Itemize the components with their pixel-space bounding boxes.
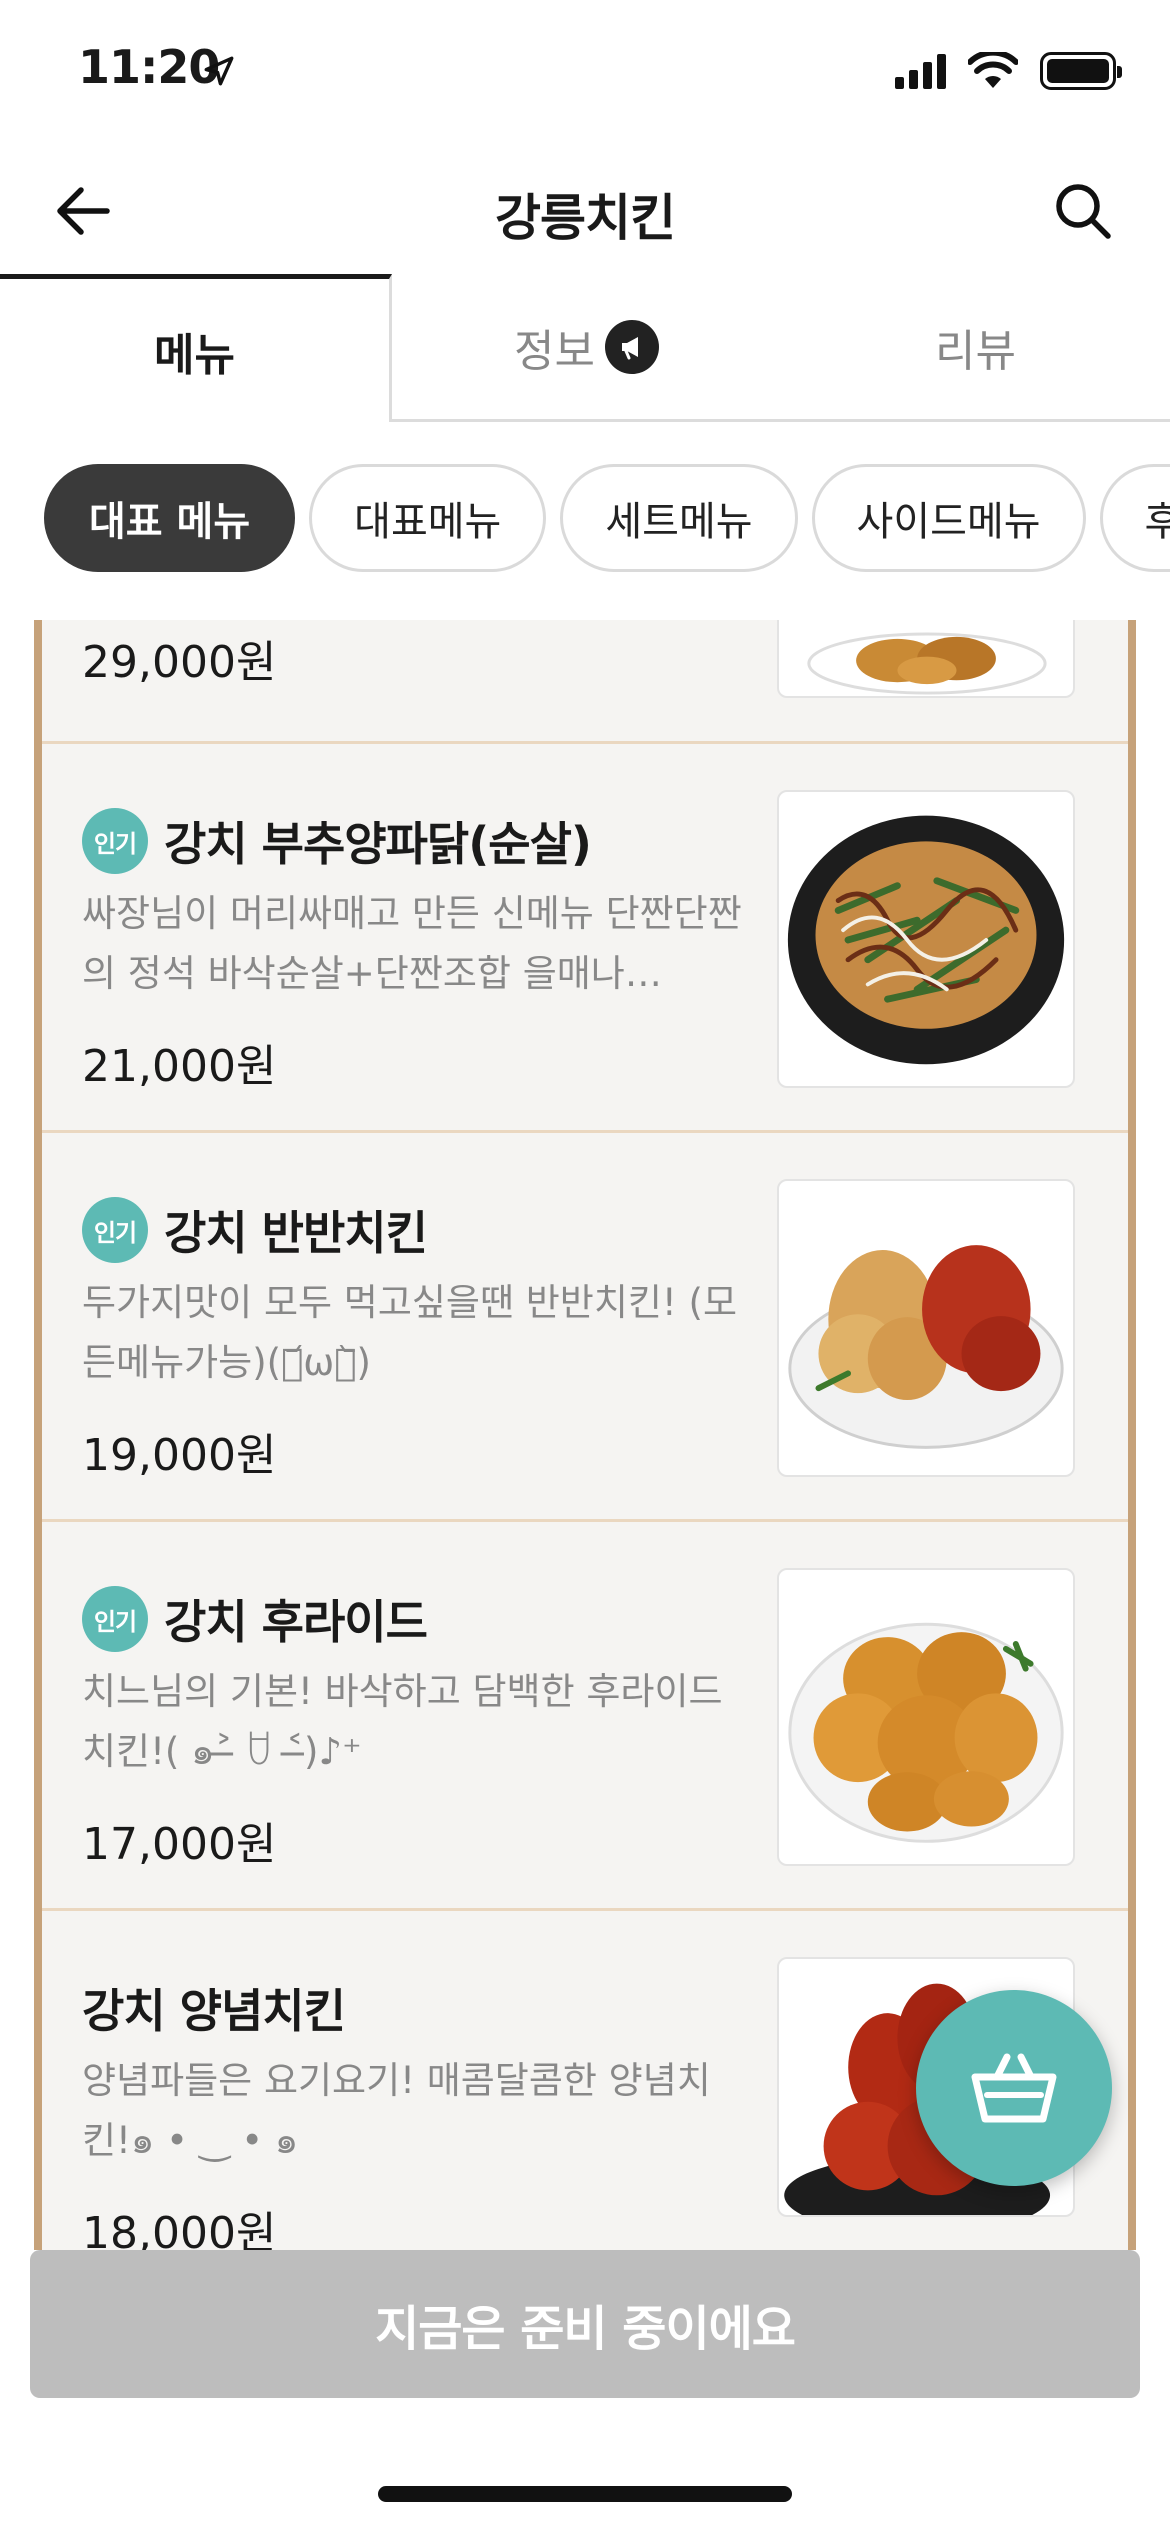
item-description: 싸장님이 머리싸매고 만든 신메뉴 단짠단짠의 정석 바삭순살+단짠조합 을매나… <box>82 892 742 995</box>
item-name: 강치 반반치킨 <box>164 1206 428 1260</box>
item-photo <box>777 1568 1075 1866</box>
item-price: 21,000원 <box>82 1041 277 1092</box>
chip-set-menu[interactable]: 세트메뉴 <box>560 464 798 572</box>
status-icons <box>895 52 1122 90</box>
menu-item[interactable]: 인기 강치 후라이드 치느님의 기본! 바삭하고 담백한 후라이드 치킨!( ๑… <box>42 1522 1128 1911</box>
item-name-row: 인기 강치 부추양파닭(순살) <box>82 808 592 874</box>
item-price: 18,000원 <box>82 2208 277 2250</box>
chip-representative[interactable]: 대표메뉴 <box>309 464 547 572</box>
item-description: 치느님의 기본! 바삭하고 담백한 후라이드 치킨!( ๑˃̶ ꇴ ˂̶)♪⁺ <box>82 1670 723 1773</box>
chip-fried[interactable]: 후라 <box>1099 464 1170 572</box>
status-bar: 11:20 <box>0 0 1170 150</box>
item-price: 17,000원 <box>82 1819 277 1870</box>
item-photo <box>777 620 1075 698</box>
tab-menu-label: 메뉴 <box>154 329 235 381</box>
chip-side-menu[interactable]: 사이드메뉴 <box>811 464 1086 572</box>
popular-badge: 인기 <box>82 1586 148 1652</box>
wifi-icon <box>968 52 1018 88</box>
item-name-row: 인기 강치 반반치킨 <box>82 1197 428 1263</box>
item-description: 두가지맛이 모두 먹고싶을땐 반반치킨! (모든메뉴가능)(･᷄ω･᷅) <box>82 1281 737 1384</box>
battery-icon <box>1040 52 1122 90</box>
menu-item[interactable]: 29,000원 <box>42 620 1128 744</box>
item-photo <box>777 1179 1075 1477</box>
order-status-button[interactable]: 지금은 준비 중이에요 <box>30 2250 1140 2398</box>
tab-info-label: 정보 <box>514 325 595 377</box>
fried-chicken-image <box>807 632 1047 695</box>
half-half-chicken-image <box>788 1245 1064 1449</box>
chive-onion-chicken-image <box>787 815 1065 1065</box>
megaphone-icon <box>604 319 659 374</box>
item-price: 19,000원 <box>82 1430 277 1481</box>
tab-menu[interactable]: 메뉴 <box>0 274 392 422</box>
item-name-row: 강치 양념치킨 <box>82 1975 346 2041</box>
item-name: 강치 후라이드 <box>164 1595 428 1649</box>
cellular-signal-icon <box>895 53 946 89</box>
popular-badge: 인기 <box>82 1197 148 1263</box>
search-button[interactable] <box>1048 176 1118 246</box>
menu-item[interactable]: 인기 강치 부추양파닭(순살) 싸장님이 머리싸매고 만든 신메뉴 단짠단짠의 … <box>42 744 1128 1133</box>
popular-badge: 인기 <box>82 808 148 874</box>
item-name: 강치 양념치킨 <box>82 1984 346 2038</box>
item-name: 강치 부추양파닭(순살) <box>164 817 592 871</box>
shopping-basket-icon <box>971 2053 1057 2123</box>
status-time: 11:20 <box>78 40 220 94</box>
chip-representative-menu[interactable]: 대표 메뉴 <box>44 464 296 572</box>
search-icon <box>1056 184 1111 239</box>
page-title: 강릉치킨 <box>495 189 676 247</box>
home-indicator <box>378 2486 792 2502</box>
item-photo <box>777 790 1075 1088</box>
fried-chicken-image <box>788 1622 1064 1843</box>
item-name-row: 인기 강치 후라이드 <box>82 1586 428 1652</box>
app-header: 강릉치킨 <box>0 150 1170 274</box>
cart-button[interactable] <box>916 1990 1112 2186</box>
menu-item[interactable]: 인기 강치 반반치킨 두가지맛이 모두 먹고싶을땐 반반치킨! (모든메뉴가능)… <box>42 1133 1128 1522</box>
tab-bar: 메뉴 정보 리뷰 <box>0 274 1170 422</box>
location-arrow-icon <box>204 56 234 86</box>
category-chips: 대표 메뉴 대표메뉴 세트메뉴 사이드메뉴 후라 <box>0 464 1170 576</box>
item-description: 양념파들은 요기요기! 매콤달콤한 양념치킨!๑ • ‿ • ๑ <box>82 2059 711 2162</box>
item-price: 29,000원 <box>82 637 277 688</box>
tab-info[interactable]: 정보 <box>392 274 781 422</box>
tab-review-label: 리뷰 <box>935 325 1016 377</box>
tab-review[interactable]: 리뷰 <box>781 274 1170 422</box>
